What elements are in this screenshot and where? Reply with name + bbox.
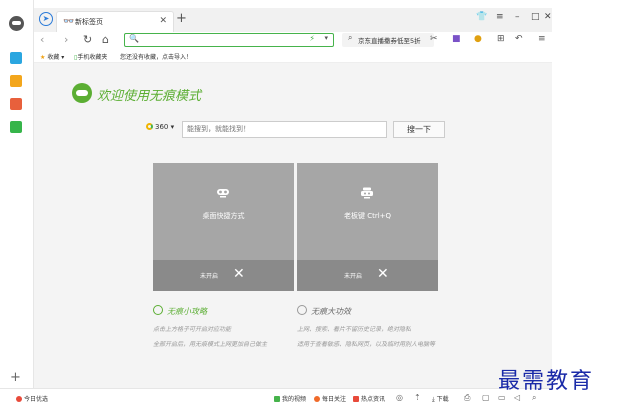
card-footer[interactable]: 未开启 ✕ xyxy=(153,260,294,291)
incognito-icon: 👓 xyxy=(63,17,75,27)
sidebar-add-icon[interactable]: + xyxy=(10,371,21,385)
status-daily-follow[interactable]: 每日关注 xyxy=(314,394,346,403)
bookmark-empty-hint[interactable]: 您还没有收藏，点击导入！ xyxy=(120,52,192,61)
minimize-icon[interactable]: – xyxy=(515,12,520,22)
close-window-icon[interactable]: ✕ xyxy=(544,12,552,22)
grid-icon[interactable]: ⊞ xyxy=(497,34,505,45)
undo-icon[interactable]: ↶ xyxy=(515,34,523,45)
search-box[interactable]: ⌕ 京东直播撒券低至5折 xyxy=(342,33,434,47)
status-bar: 今日优选 我的视频 每日关注 热点资讯 ◎ ⇡ ⤓ 下载 ⎙ ▢ ▭ ◁ ⌕ xyxy=(0,388,552,408)
maximize-icon[interactable]: □ xyxy=(531,12,540,22)
tip-title: 无痕小攻略 xyxy=(167,307,207,316)
search-button[interactable]: 搜一下 xyxy=(393,121,445,138)
incognito-page: 欢迎使用无痕模式 360 ▾ 搜一下 桌面快捷方式 未开启 ✕ xyxy=(34,63,552,388)
search-input[interactable] xyxy=(182,121,387,138)
scissors-icon[interactable]: ✂ xyxy=(430,34,438,45)
fire-icon xyxy=(314,396,320,402)
shield-status-icon[interactable]: ◎ xyxy=(396,393,403,402)
sidebar-eye-icon[interactable] xyxy=(10,98,22,110)
browser-window: + ➤ 👓 新标签页 ✕ + 👕 ≡ – □ ✕ ‹ › ↻ ⌂ 🔍 ⚡ ▾ ⌕… xyxy=(0,0,619,408)
shield-icon[interactable]: ● xyxy=(474,34,482,45)
lightbulb-icon xyxy=(297,305,307,315)
today-icon xyxy=(16,396,22,402)
tip-line: 适用于查看敏感、隐私网页，以及临时用别人电脑等 xyxy=(297,341,436,348)
video-icon xyxy=(274,396,280,402)
status-download[interactable]: ⤓ 下载 xyxy=(432,394,449,404)
back-icon[interactable]: ‹ xyxy=(40,33,44,46)
boss-icon xyxy=(361,187,373,199)
new-tab-button[interactable]: + xyxy=(176,12,187,26)
star-icon: ★ xyxy=(40,54,46,61)
printer-icon[interactable]: ⎙ xyxy=(464,393,470,403)
tip-line: 全部开启后，用无痕模式上网更加自己做主 xyxy=(153,341,268,348)
card-title: 老板键 Ctrl+Q xyxy=(343,212,392,220)
tip-line: 点击上方格子可开启对应功能 xyxy=(153,326,232,333)
lightbulb-icon xyxy=(153,305,163,315)
card-title: 桌面快捷方式 xyxy=(202,212,245,220)
tip-line: 上网、搜索、看片不留历史记录，绝对隐私 xyxy=(297,326,412,333)
search-engine-select[interactable]: 360 ▾ xyxy=(146,123,174,131)
mask-icon xyxy=(217,189,229,198)
news-icon xyxy=(353,396,359,402)
main-menu-icon[interactable]: ≡ xyxy=(538,34,546,45)
boss-key-card[interactable]: 老板键 Ctrl+Q 未开启 ✕ xyxy=(297,163,438,291)
skin-icon[interactable]: 👕 xyxy=(476,12,487,22)
status-my-video[interactable]: 我的视频 xyxy=(274,394,306,403)
menu-lines-icon[interactable]: ≡ xyxy=(496,12,504,22)
tab-close-icon[interactable]: ✕ xyxy=(159,16,167,26)
tab-new-tab[interactable]: 👓 新标签页 ✕ xyxy=(56,11,174,32)
card-footer[interactable]: 未开启 ✕ xyxy=(297,260,438,291)
search-suggestion[interactable]: 京东直播撒券低至5折 xyxy=(358,35,421,45)
close-icon[interactable]: ✕ xyxy=(233,266,245,282)
download-icon: ⤓ xyxy=(432,396,435,403)
status-hot-news[interactable]: 热点资讯 xyxy=(353,394,385,403)
page-icon: 🔍 xyxy=(129,34,139,43)
avatar[interactable] xyxy=(9,16,24,31)
sidebar-app-icon[interactable] xyxy=(10,52,22,64)
watermark: 最需教育 xyxy=(498,369,595,394)
lightning-icon[interactable]: ⚡ xyxy=(309,34,315,43)
tab-bar: ➤ 👓 新标签页 ✕ + 👕 ≡ – □ ✕ xyxy=(34,8,552,32)
desktop-shortcut-card[interactable]: 桌面快捷方式 未开启 ✕ xyxy=(153,163,294,291)
home-icon[interactable]: ⌂ xyxy=(102,33,109,46)
page-icon[interactable]: ▢ xyxy=(482,393,490,402)
forward-icon[interactable]: › xyxy=(64,33,68,46)
bookmarks-bar: ★ 收藏 ▾ ▯手机收藏夹 您还没有收藏，点击导入！ xyxy=(34,49,552,63)
browser-logo-icon[interactable]: ➤ xyxy=(39,12,53,26)
sidebar-star-icon[interactable] xyxy=(10,75,22,87)
left-sidebar: + xyxy=(0,0,34,408)
bookmark-mobile[interactable]: ▯手机收藏夹 xyxy=(74,52,107,61)
incognito-logo-icon xyxy=(72,83,92,103)
bookmark-favorites[interactable]: ★ 收藏 ▾ xyxy=(40,52,64,61)
chevron-down-icon[interactable]: ▾ xyxy=(324,34,328,42)
nav-toolbar: ‹ › ↻ ⌂ 🔍 ⚡ ▾ ⌕ 京东直播撒券低至5折 ✂ ■ ● ⊞ ↶ ≡ xyxy=(34,32,552,49)
card-status: 未开启 xyxy=(344,273,363,280)
engine-logo-icon xyxy=(146,123,153,130)
search-icon: ⌕ xyxy=(348,33,353,42)
close-icon[interactable]: ✕ xyxy=(377,266,389,282)
card-status: 未开启 xyxy=(200,273,219,280)
sidebar-mail-icon[interactable] xyxy=(10,121,22,133)
extension-icon[interactable]: ■ xyxy=(452,34,461,45)
status-today-pick[interactable]: 今日优选 xyxy=(16,394,48,403)
speed-icon[interactable]: ⇡ xyxy=(414,393,421,402)
refresh-icon[interactable]: ↻ xyxy=(83,33,92,46)
page-title: 欢迎使用无痕模式 xyxy=(97,89,202,104)
tip-title: 无痕大功效 xyxy=(311,307,351,316)
tab-title: 新标签页 xyxy=(75,18,103,26)
address-bar[interactable]: 🔍 ⚡ ▾ xyxy=(124,33,334,47)
